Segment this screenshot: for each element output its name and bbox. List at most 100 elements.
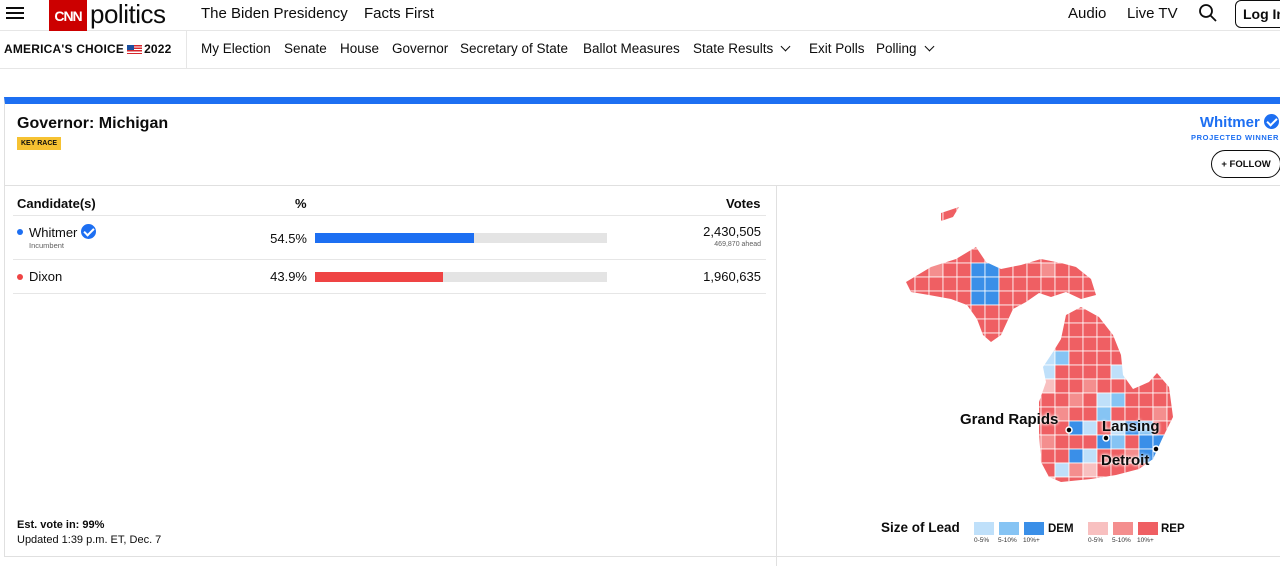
county[interactable] bbox=[1040, 262, 1056, 278]
county[interactable] bbox=[1054, 290, 1070, 306]
county[interactable] bbox=[1040, 462, 1056, 478]
county[interactable] bbox=[1097, 491, 1111, 497]
county[interactable] bbox=[956, 262, 972, 278]
county[interactable] bbox=[1166, 322, 1181, 338]
county[interactable] bbox=[970, 207, 986, 222]
county[interactable] bbox=[1152, 364, 1168, 380]
county[interactable] bbox=[1153, 491, 1167, 497]
county[interactable] bbox=[1138, 322, 1154, 338]
county[interactable] bbox=[1040, 350, 1056, 366]
county[interactable] bbox=[914, 290, 930, 306]
menu-icon[interactable] bbox=[6, 4, 24, 22]
county[interactable] bbox=[1124, 378, 1140, 394]
county[interactable] bbox=[1138, 476, 1154, 491]
county[interactable] bbox=[1138, 434, 1154, 450]
county[interactable] bbox=[928, 332, 944, 347]
county[interactable] bbox=[942, 207, 958, 222]
county[interactable] bbox=[1124, 476, 1140, 491]
county[interactable] bbox=[1097, 221, 1111, 235]
county[interactable] bbox=[998, 290, 1014, 306]
county[interactable] bbox=[1026, 332, 1042, 347]
county[interactable] bbox=[956, 220, 972, 236]
county[interactable] bbox=[1027, 308, 1042, 324]
county[interactable] bbox=[1166, 462, 1181, 478]
county[interactable] bbox=[1166, 336, 1181, 352]
county[interactable] bbox=[1027, 476, 1042, 491]
county[interactable] bbox=[970, 290, 986, 306]
county[interactable] bbox=[1040, 295, 1056, 310]
county[interactable] bbox=[1040, 248, 1056, 264]
americas-choice-brand[interactable]: AMERICA'S CHOICE 2022 bbox=[4, 42, 172, 56]
county[interactable] bbox=[928, 290, 944, 306]
county[interactable] bbox=[1026, 234, 1042, 250]
county[interactable] bbox=[942, 304, 958, 320]
county[interactable] bbox=[1152, 308, 1168, 324]
county[interactable] bbox=[1124, 295, 1140, 310]
county[interactable] bbox=[901, 276, 916, 292]
county[interactable] bbox=[1110, 392, 1126, 408]
search-icon[interactable] bbox=[1198, 3, 1218, 23]
nav-audio[interactable]: Audio bbox=[1068, 5, 1106, 22]
county[interactable] bbox=[998, 220, 1014, 236]
county[interactable] bbox=[984, 318, 1000, 334]
county[interactable] bbox=[1110, 476, 1126, 491]
county[interactable] bbox=[970, 234, 986, 250]
county[interactable] bbox=[1068, 364, 1084, 380]
county[interactable] bbox=[1041, 491, 1055, 497]
county[interactable] bbox=[1138, 336, 1154, 352]
county[interactable] bbox=[970, 276, 986, 292]
county[interactable] bbox=[998, 207, 1014, 222]
county[interactable] bbox=[914, 276, 930, 292]
county[interactable] bbox=[984, 207, 1000, 222]
county[interactable] bbox=[1082, 290, 1097, 306]
county[interactable] bbox=[928, 220, 944, 236]
county[interactable] bbox=[1054, 262, 1070, 278]
county[interactable] bbox=[942, 332, 958, 347]
county[interactable] bbox=[1027, 378, 1042, 394]
county[interactable] bbox=[984, 248, 1000, 264]
county[interactable] bbox=[1125, 491, 1139, 497]
county[interactable] bbox=[901, 290, 916, 306]
county[interactable] bbox=[1096, 392, 1112, 408]
county[interactable] bbox=[1166, 476, 1181, 491]
county[interactable] bbox=[1040, 304, 1056, 320]
county[interactable] bbox=[970, 262, 986, 278]
county[interactable] bbox=[901, 234, 916, 250]
county[interactable] bbox=[901, 207, 916, 222]
county[interactable] bbox=[928, 207, 944, 222]
county[interactable] bbox=[1096, 308, 1112, 324]
county[interactable] bbox=[1069, 491, 1083, 497]
county[interactable] bbox=[1068, 322, 1084, 338]
county[interactable] bbox=[1027, 448, 1042, 464]
county[interactable] bbox=[1096, 378, 1112, 394]
county[interactable] bbox=[1012, 290, 1028, 306]
county[interactable] bbox=[1096, 364, 1112, 380]
county[interactable] bbox=[1082, 248, 1097, 264]
cnn-logo[interactable]: CNN bbox=[49, 0, 87, 31]
county[interactable] bbox=[1110, 350, 1126, 366]
subnav-house[interactable]: House bbox=[340, 41, 379, 56]
county[interactable] bbox=[1026, 262, 1042, 278]
login-button[interactable]: Log In bbox=[1235, 0, 1280, 28]
county[interactable] bbox=[1012, 220, 1028, 236]
county[interactable] bbox=[998, 248, 1014, 264]
county[interactable] bbox=[956, 332, 972, 347]
county[interactable] bbox=[1012, 276, 1028, 292]
county[interactable] bbox=[1026, 276, 1042, 292]
county[interactable] bbox=[1152, 350, 1168, 366]
subnav-secretary-of-state[interactable]: Secretary of State bbox=[460, 41, 568, 56]
county[interactable] bbox=[1138, 350, 1154, 366]
county[interactable] bbox=[1082, 336, 1098, 352]
county[interactable] bbox=[984, 234, 1000, 250]
county[interactable] bbox=[1096, 295, 1112, 310]
county[interactable] bbox=[1096, 476, 1112, 491]
county[interactable] bbox=[1166, 378, 1181, 394]
county[interactable] bbox=[1152, 476, 1168, 491]
county[interactable] bbox=[1026, 248, 1042, 264]
county[interactable] bbox=[1040, 276, 1056, 292]
county[interactable] bbox=[1138, 378, 1154, 394]
county[interactable] bbox=[1124, 308, 1140, 324]
county[interactable] bbox=[1082, 220, 1097, 236]
county[interactable] bbox=[1054, 350, 1070, 366]
county[interactable] bbox=[1152, 462, 1168, 478]
